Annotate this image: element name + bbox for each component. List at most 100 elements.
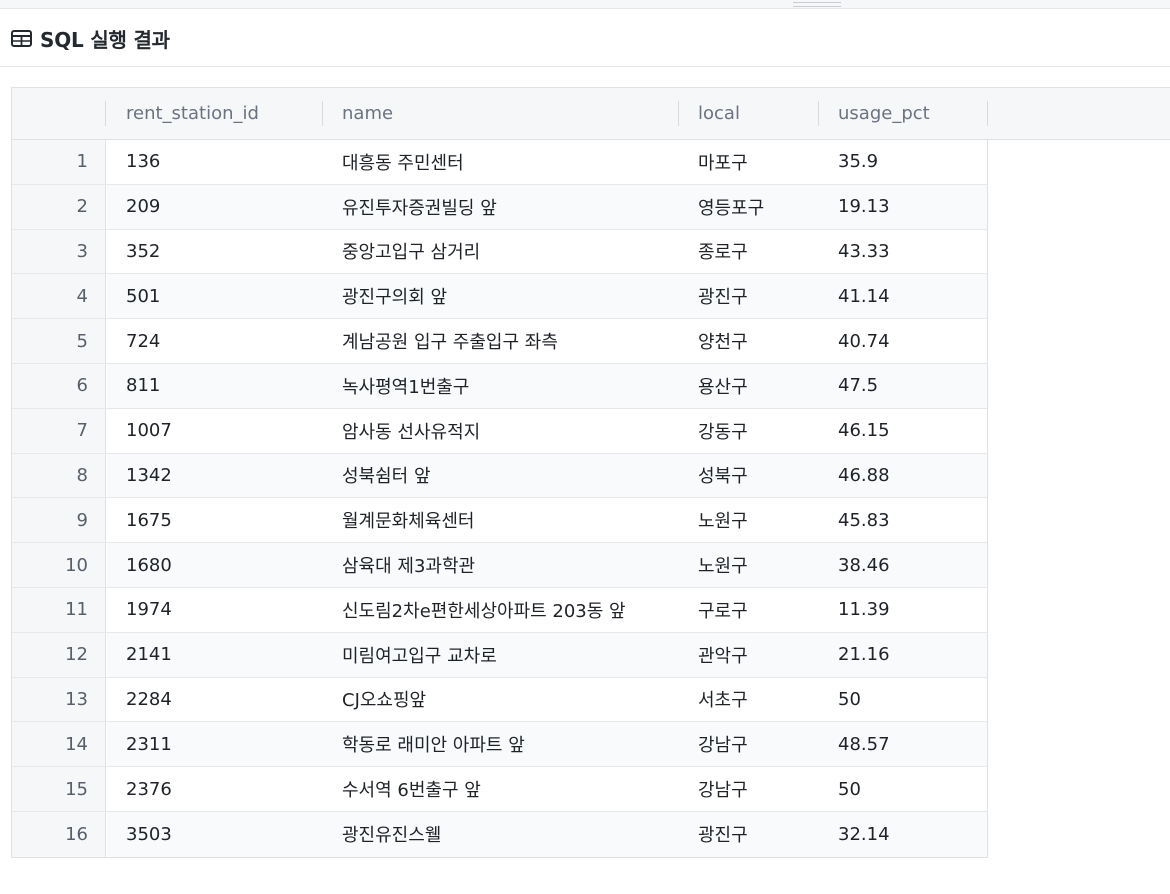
column-separator[interactable]	[105, 101, 106, 126]
table-row[interactable]: 3 352 중앙고입구 삼거리 종로구 43.33	[12, 229, 987, 275]
cell-usage-pct[interactable]: 48.57	[838, 722, 890, 766]
cell-local[interactable]: 마포구	[698, 140, 748, 184]
table-row[interactable]: 14 2311 학동로 래미안 아파트 앞 강남구 48.57	[12, 722, 987, 768]
cell-name[interactable]: 중앙고입구 삼거리	[342, 230, 480, 274]
cell-usage-pct[interactable]: 32.14	[838, 812, 890, 857]
table-row[interactable]: 5 724 계남공원 입구 주출입구 좌측 양천구 40.74	[12, 319, 987, 364]
cell-local[interactable]: 서초구	[698, 678, 748, 722]
table-row[interactable]: 15 2376 수서역 6번출구 앞 강남구 50	[12, 767, 987, 812]
cell-name[interactable]: 월계문화체육센터	[342, 498, 474, 542]
cell-name[interactable]: 수서역 6번출구 앞	[342, 767, 481, 811]
cell-local[interactable]: 양천구	[698, 319, 748, 363]
cell-local[interactable]: 광진구	[698, 812, 748, 857]
cell-usage-pct[interactable]: 40.74	[838, 319, 890, 363]
cell-name[interactable]: 유진투자증권빌딩 앞	[342, 185, 497, 229]
row-number: 16	[12, 811, 106, 857]
cell-usage-pct[interactable]: 38.46	[838, 543, 890, 587]
cell-usage-pct[interactable]: 35.9	[838, 140, 878, 184]
table-row[interactable]: 13 2284 CJ오쇼핑앞 서초구 50	[12, 677, 987, 723]
cell-rent-station-id[interactable]: 1342	[126, 454, 172, 498]
cell-usage-pct[interactable]: 43.33	[838, 230, 890, 274]
cell-local[interactable]: 용산구	[698, 364, 748, 408]
cell-rent-station-id[interactable]: 136	[126, 140, 160, 184]
cell-rent-station-id[interactable]: 1974	[126, 588, 172, 632]
grid-body: 1 136 대흥동 주민센터 마포구 35.9 2 209 유진투자증권빌딩 앞 영등포구 19.…	[11, 140, 988, 858]
column-header-local[interactable]: local	[698, 88, 740, 139]
cell-name[interactable]: 녹사평역1번출구	[342, 364, 469, 408]
cell-name[interactable]: 계남공원 입구 주출입구 좌측	[342, 319, 558, 363]
row-cells: 2376 수서역 6번출구 앞 강남구 50	[107, 767, 987, 811]
cell-local[interactable]: 광진구	[698, 274, 748, 318]
cell-name[interactable]: CJ오쇼핑앞	[342, 678, 426, 722]
column-header-name[interactable]: name	[342, 88, 393, 139]
cell-rent-station-id[interactable]: 352	[126, 230, 160, 274]
cell-rent-station-id[interactable]: 501	[126, 274, 160, 318]
cell-rent-station-id[interactable]: 1675	[126, 498, 172, 542]
cell-local[interactable]: 강동구	[698, 409, 748, 453]
cell-rent-station-id[interactable]: 1680	[126, 543, 172, 587]
column-header-rent-station-id[interactable]: rent_station_id	[126, 88, 259, 139]
cell-name[interactable]: 학동로 래미안 아파트 앞	[342, 722, 525, 766]
cell-rent-station-id[interactable]: 2311	[126, 722, 172, 766]
cell-usage-pct[interactable]: 45.83	[838, 498, 890, 542]
row-cells: 209 유진투자증권빌딩 앞 영등포구 19.13	[107, 184, 987, 229]
results-grid[interactable]: rent_station_id name local usage_pct 1 1 3…	[11, 87, 1170, 858]
cell-usage-pct[interactable]: 41.14	[838, 274, 890, 318]
cell-local[interactable]: 노원구	[698, 543, 748, 587]
column-header-usage-pct[interactable]: usage_pct	[838, 88, 930, 139]
cell-usage-pct[interactable]: 47.5	[838, 364, 878, 408]
cell-usage-pct[interactable]: 50	[838, 767, 861, 811]
table-row[interactable]: 4 501 광진구의회 앞 광진구 41.14	[12, 274, 987, 320]
table-row[interactable]: 8 1342 성북쉼터 앞 성북구 46.88	[12, 453, 987, 499]
row-number: 12	[12, 632, 106, 677]
cell-rent-station-id[interactable]: 209	[126, 185, 160, 229]
table-row[interactable]: 12 2141 미림여고입구 교차로 관악구 21.16	[12, 632, 987, 678]
cell-usage-pct[interactable]: 19.13	[838, 185, 890, 229]
cell-name[interactable]: 광진유진스웰	[342, 812, 441, 857]
cell-name[interactable]: 삼육대 제3과학관	[342, 543, 475, 587]
cell-rent-station-id[interactable]: 2376	[126, 767, 172, 811]
table-row[interactable]: 11 1974 신도림2차e편한세상아파트 203동 앞 구로구 11.39	[12, 587, 987, 633]
cell-local[interactable]: 강남구	[698, 767, 748, 811]
row-number: 11	[12, 587, 106, 632]
results-panel-header: SQL 실행 결과	[0, 10, 1170, 67]
cell-usage-pct[interactable]: 46.88	[838, 454, 890, 498]
table-row[interactable]: 6 811 녹사평역1번출구 용산구 47.5	[12, 363, 987, 409]
cell-rent-station-id[interactable]: 3503	[126, 812, 172, 857]
column-separator[interactable]	[818, 101, 819, 126]
cell-rent-station-id[interactable]: 811	[126, 364, 160, 408]
cell-rent-station-id[interactable]: 2284	[126, 678, 172, 722]
row-cells: 1974 신도림2차e편한세상아파트 203동 앞 구로구 11.39	[107, 588, 987, 632]
cell-name[interactable]: 신도림2차e편한세상아파트 203동 앞	[342, 588, 626, 632]
cell-local[interactable]: 구로구	[698, 588, 748, 632]
table-row[interactable]: 10 1680 삼육대 제3과학관 노원구 38.46	[12, 543, 987, 588]
table-row[interactable]: 16 3503 광진유진스웰 광진구 32.14	[12, 811, 987, 857]
cell-local[interactable]: 강남구	[698, 722, 748, 766]
cell-name[interactable]: 미림여고입구 교차로	[342, 633, 497, 677]
cell-local[interactable]: 영등포구	[698, 185, 764, 229]
cell-local[interactable]: 노원구	[698, 498, 748, 542]
cell-usage-pct[interactable]: 11.39	[838, 588, 890, 632]
table-row[interactable]: 1 136 대흥동 주민센터 마포구 35.9	[12, 140, 987, 185]
table-row[interactable]: 2 209 유진투자증권빌딩 앞 영등포구 19.13	[12, 184, 987, 230]
cell-name[interactable]: 암사동 선사유적지	[342, 409, 480, 453]
column-separator[interactable]	[987, 101, 988, 126]
table-row[interactable]: 7 1007 암사동 선사유적지 강동구 46.15	[12, 408, 987, 454]
cell-rent-station-id[interactable]: 724	[126, 319, 160, 363]
column-separator[interactable]	[678, 101, 679, 126]
panel-resize-bar[interactable]	[0, 0, 1170, 9]
cell-name[interactable]: 대흥동 주민센터	[342, 140, 464, 184]
cell-rent-station-id[interactable]: 2141	[126, 633, 172, 677]
cell-name[interactable]: 성북쉼터 앞	[342, 454, 431, 498]
cell-usage-pct[interactable]: 50	[838, 678, 861, 722]
cell-rent-station-id[interactable]: 1007	[126, 409, 172, 453]
cell-usage-pct[interactable]: 21.16	[838, 633, 890, 677]
cell-local[interactable]: 종로구	[698, 230, 748, 274]
drag-handle-icon[interactable]	[793, 2, 841, 7]
cell-local[interactable]: 성북구	[698, 454, 748, 498]
cell-local[interactable]: 관악구	[698, 633, 748, 677]
table-row[interactable]: 9 1675 월계문화체육센터 노원구 45.83	[12, 498, 987, 544]
cell-usage-pct[interactable]: 46.15	[838, 409, 890, 453]
column-separator[interactable]	[322, 101, 323, 126]
cell-name[interactable]: 광진구의회 앞	[342, 274, 447, 318]
